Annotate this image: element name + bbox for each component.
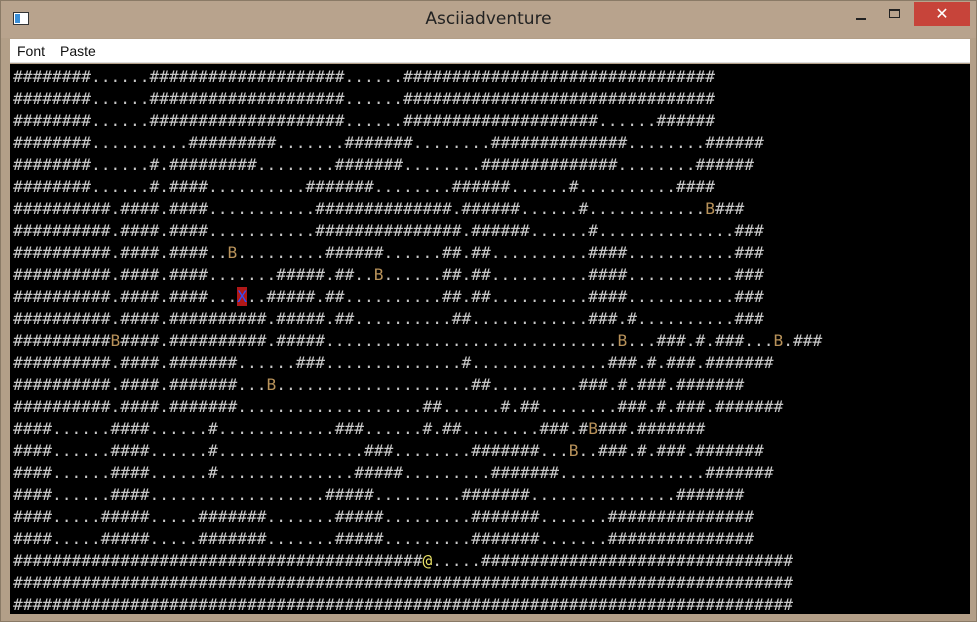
map-row: ########......#.####..........#######...… xyxy=(13,177,715,196)
map-row: ########......#.#########........#######… xyxy=(13,155,754,174)
map-row: ########################################… xyxy=(13,551,793,570)
monster-tile: B xyxy=(588,419,598,438)
map-row: ##########.####.####...........#########… xyxy=(13,199,745,218)
map-row: ##########.####.##########.#####.##.....… xyxy=(13,309,764,328)
app-window: Asciiadventure ✕ Font Paste ########....… xyxy=(0,0,977,622)
map-row: ########......####################......… xyxy=(13,111,715,130)
map-row: ####......####......#..............#####… xyxy=(13,463,774,482)
game-console[interactable]: ########......####################......… xyxy=(10,64,970,614)
map-row: ##########.####.####...X..#####.##......… xyxy=(13,287,764,306)
monster-tile: B xyxy=(617,331,628,350)
map-row: ########......####################......… xyxy=(13,67,715,86)
map-row: ########################################… xyxy=(13,595,793,614)
map-row: ########################################… xyxy=(13,573,793,592)
menu-item-paste[interactable]: Paste xyxy=(60,43,96,59)
close-button[interactable]: ✕ xyxy=(914,2,970,26)
monster-tile: B xyxy=(373,265,384,284)
map-row: ##########.####.#######...B.............… xyxy=(13,375,745,394)
monster-tile: B xyxy=(227,243,238,262)
map-row: ####......####......#...............###.… xyxy=(13,441,764,460)
map-row: ##########.####.#######......###........… xyxy=(13,353,774,372)
title-bar[interactable]: Asciiadventure ✕ xyxy=(1,1,976,38)
map-row: ##########.####.#######.................… xyxy=(13,397,784,416)
monster-tile: B xyxy=(773,331,784,350)
window-title: Asciiadventure xyxy=(425,9,552,29)
monster-tile: B xyxy=(568,441,579,460)
map-row: ########......####################......… xyxy=(13,89,715,108)
monster-tile: B xyxy=(705,199,715,218)
map-row: ##########.####.####.......#####.##..B..… xyxy=(13,265,764,284)
map-row: ##########.####.####..B.........######..… xyxy=(13,243,764,262)
map-row: ##########.####.####...........#########… xyxy=(13,221,764,240)
monster-tile: B xyxy=(266,375,277,394)
map-row: ####.....#####.....#######.......#####..… xyxy=(13,529,754,548)
minimize-icon[interactable] xyxy=(847,4,875,26)
player-tile: @ xyxy=(422,551,433,570)
map-row: ##########B####.##########.#####........… xyxy=(13,331,823,350)
map-row: ####.....#####.....#######.......#####..… xyxy=(13,507,754,526)
menu-bar: Font Paste xyxy=(10,39,970,63)
map-row: ####......####......#............###....… xyxy=(13,419,706,438)
maximize-icon[interactable] xyxy=(881,4,909,26)
map-row: ####......####..................#####...… xyxy=(13,485,745,504)
monster-tile: B xyxy=(110,331,121,350)
menu-item-font[interactable]: Font xyxy=(17,43,45,59)
map-row: ########..........#########.......######… xyxy=(13,133,764,152)
trap-tile: X xyxy=(237,287,247,306)
close-icon: ✕ xyxy=(935,4,949,23)
